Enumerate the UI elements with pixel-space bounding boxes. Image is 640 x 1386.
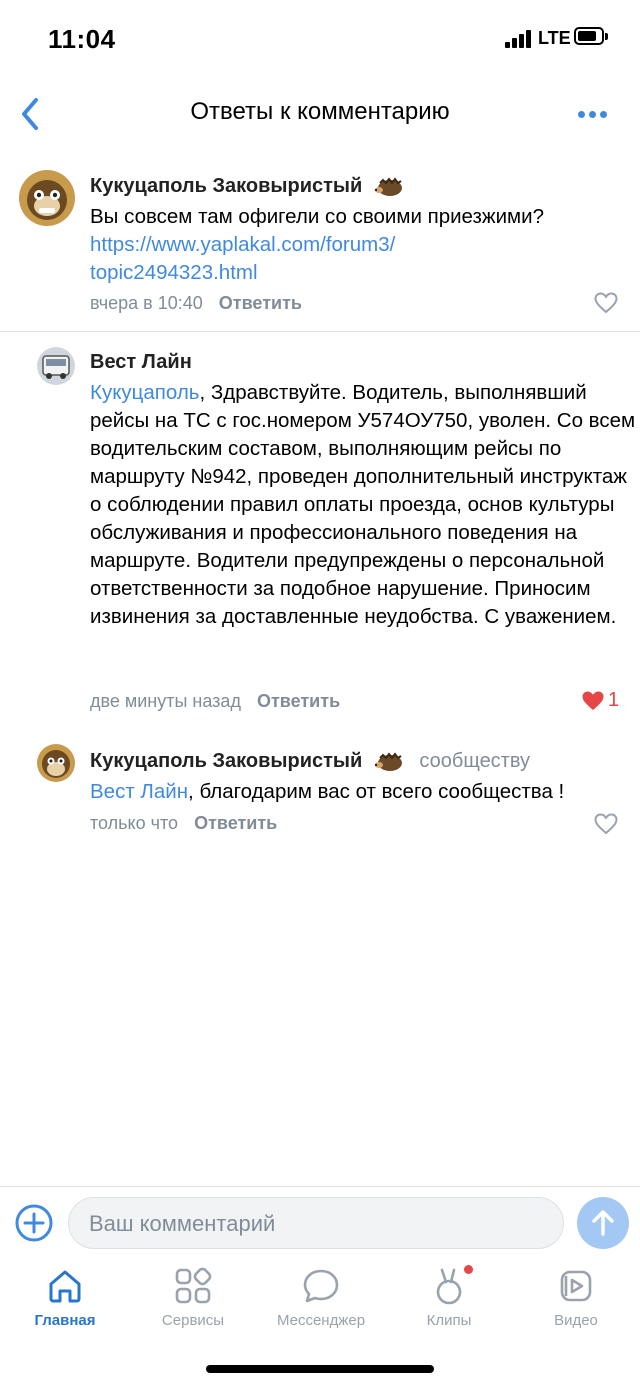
comment-author[interactable]: Вест Лайн	[90, 351, 192, 374]
comment-author[interactable]: Кукуцаполь Заковыристый	[90, 175, 404, 198]
divider	[0, 331, 640, 332]
home-indicator	[206, 1365, 434, 1373]
status-bar: 11:04 LTE	[0, 0, 640, 80]
comment-text: Кукуцаполь, Здравствуйте. Водитель, выпо…	[90, 381, 636, 628]
comment-author[interactable]: Кукуцаполь Заковыристый сообществу	[90, 750, 530, 773]
reply-button[interactable]: Ответить	[219, 293, 302, 313]
heart-outline-icon	[594, 813, 618, 835]
navigation-bar: Ответы к комментарию	[0, 80, 640, 150]
tab-label: Сервисы	[161, 1312, 225, 1329]
chevron-left-icon	[22, 98, 38, 130]
tab-label: Главная	[34, 1312, 96, 1329]
attach-button[interactable]	[14, 1203, 54, 1243]
back-button[interactable]	[12, 94, 52, 134]
network-type: LTE	[538, 28, 571, 48]
messenger-icon	[303, 1269, 339, 1303]
services-icon	[175, 1267, 212, 1304]
like-button[interactable]	[581, 690, 607, 714]
comment-input-wrapper	[68, 1197, 620, 1249]
mention-link[interactable]: Кукуцаполь	[90, 381, 199, 404]
home-icon	[49, 1270, 81, 1303]
tab-label: Клипы	[426, 1312, 472, 1329]
comment-meta: вчера в 10:40 Ответить	[90, 293, 302, 314]
comment-link[interactable]: https://www.yaplakal.com/forum3/topic249…	[90, 233, 395, 284]
video-icon	[560, 1270, 592, 1302]
tab-home[interactable]: Главная	[5, 1266, 125, 1336]
comment-input[interactable]	[87, 1208, 511, 1240]
comment-text: Вы совсем там офигели со своими приезжим…	[90, 205, 545, 284]
like-button[interactable]	[594, 292, 620, 316]
hedgehog-emoji-icon	[374, 752, 402, 771]
signal-icon	[505, 30, 533, 48]
clips-icon	[436, 1268, 462, 1305]
reply-button[interactable]: Ответить	[257, 691, 340, 711]
tab-clips[interactable]: Клипы	[389, 1265, 509, 1336]
avatar[interactable]	[37, 744, 75, 782]
comment-time: две минуты назад	[90, 691, 241, 711]
comment-meta: только что Ответить	[90, 813, 277, 834]
tab-label: Мессенджер	[276, 1312, 366, 1329]
comment-meta: две минуты назад Ответить	[90, 691, 340, 712]
mention-link[interactable]: Вест Лайн	[90, 780, 188, 803]
heart-filled-icon	[582, 691, 604, 710]
heart-outline-icon	[594, 292, 618, 314]
comment-text: Вест Лайн, благодарим вас от всего сообщ…	[90, 780, 565, 803]
like-count: 1	[608, 689, 620, 711]
more-button[interactable]	[570, 102, 616, 126]
status-time: 11:04	[48, 24, 116, 54]
comment-time: только что	[90, 813, 179, 833]
arrow-up-icon	[592, 1210, 614, 1236]
tab-label: Видео	[554, 1312, 598, 1329]
tab-messenger[interactable]: Мессенджер	[261, 1266, 381, 1336]
reply-button[interactable]: Ответить	[194, 813, 277, 833]
notification-badge	[464, 1265, 473, 1274]
tab-services[interactable]: Сервисы	[133, 1266, 253, 1336]
hedgehog-emoji-icon	[374, 177, 402, 196]
page-title: Ответы к комментарию	[190, 98, 450, 125]
comment-composer	[0, 1186, 640, 1259]
tab-video[interactable]: Видео	[516, 1266, 636, 1336]
send-button[interactable]	[577, 1197, 629, 1249]
comment-time: вчера в 10:40	[90, 293, 203, 313]
like-button[interactable]	[594, 813, 620, 837]
reply-target-label: сообществу	[419, 750, 531, 772]
avatar[interactable]	[19, 170, 75, 226]
battery-icon	[574, 27, 608, 47]
plus-circle-icon	[15, 1204, 53, 1242]
more-icon	[578, 111, 585, 118]
avatar[interactable]	[37, 347, 75, 385]
